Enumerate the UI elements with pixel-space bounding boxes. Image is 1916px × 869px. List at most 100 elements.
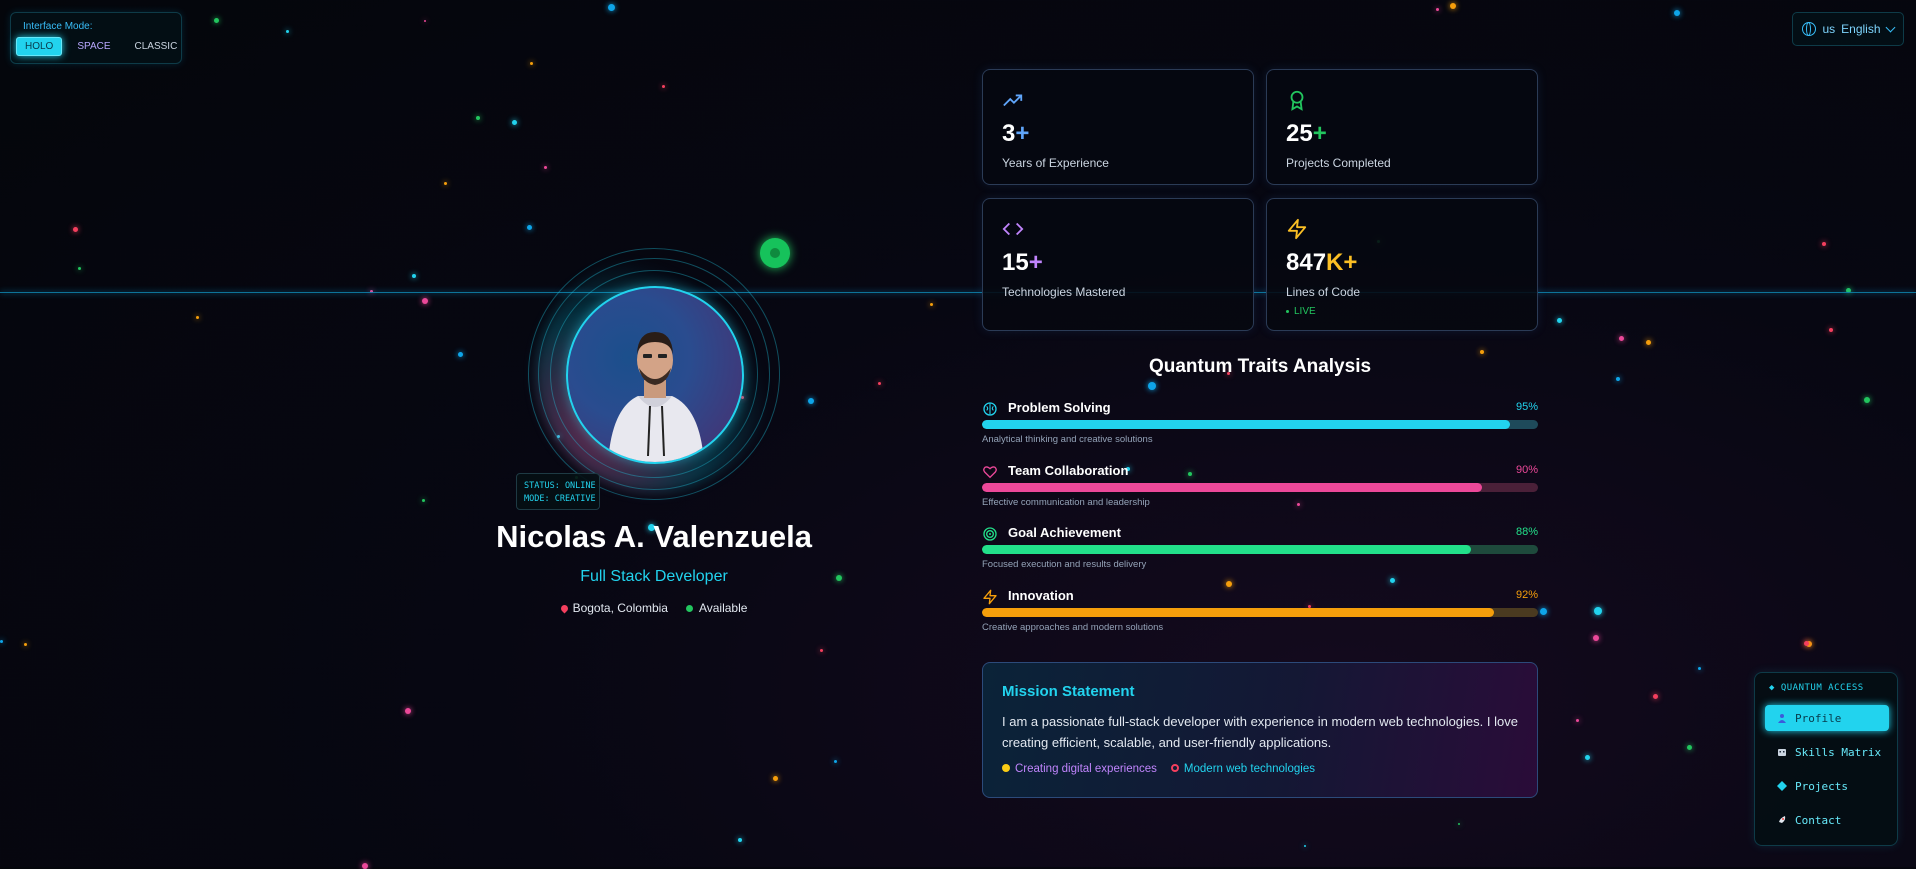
particle: [1804, 641, 1809, 646]
trait-bar: [982, 608, 1538, 617]
particle: [422, 298, 428, 304]
trait-name: Innovation: [1008, 588, 1074, 603]
particle: [1822, 242, 1826, 246]
quantum-access-title: ◆ QUANTUM ACCESS: [1769, 683, 1864, 693]
mission-tag: Modern web technologies: [1170, 763, 1315, 775]
particle: [530, 62, 533, 65]
trait-name: Team Collaboration: [1008, 463, 1129, 478]
chevron-down-icon: [1885, 22, 1895, 33]
stat-value: 3+: [1002, 120, 1030, 147]
nav-item-label: Profile: [1795, 711, 1842, 725]
brain-icon: [983, 402, 997, 416]
nav-item-profile[interactable]: Profile: [1765, 705, 1889, 731]
particle: [196, 316, 199, 319]
particle: [1616, 377, 1620, 381]
stat-card-lines-of-code: 847K+ Lines of Code LIVE: [1266, 198, 1538, 331]
profile-name: Nicolas A. Valenzuela: [496, 519, 812, 554]
target-icon: [1170, 764, 1179, 772]
trait-percent: 88%: [1515, 526, 1538, 538]
particle: [476, 116, 480, 120]
nav-item-projects[interactable]: Projects: [1765, 773, 1889, 799]
particle: [1653, 694, 1658, 699]
particle: [930, 303, 933, 306]
target-icon: [983, 527, 997, 541]
particle: [1576, 719, 1579, 722]
particle: [1594, 607, 1602, 615]
trait-name: Problem Solving: [1008, 400, 1111, 415]
award-icon: [1290, 90, 1304, 111]
trait-description: Effective communication and leadership: [982, 497, 1150, 508]
particle: [1480, 350, 1484, 354]
trait-description: Creative approaches and modern solutions: [982, 622, 1164, 633]
interface-mode-title: Interface Mode:: [23, 21, 93, 32]
particle: [820, 649, 823, 652]
scan-line: [0, 292, 1916, 293]
stat-card-experience: 3+ Years of Experience: [982, 69, 1254, 185]
particle: [422, 499, 425, 502]
language-selector[interactable]: us English: [1792, 12, 1904, 46]
particle: [405, 708, 411, 714]
particle: [834, 760, 837, 763]
particle: [1829, 328, 1833, 332]
trait-description: Analytical thinking and creative solutio…: [982, 434, 1153, 445]
particle: [73, 227, 78, 232]
trait-problem-solving: Problem Solving 95% Analytical thinking …: [982, 400, 1538, 456]
robot-icon: [1778, 749, 1786, 756]
particle: [1864, 397, 1870, 403]
trait-description: Focused execution and results delivery: [982, 559, 1147, 570]
particle: [512, 120, 517, 125]
mode-space-button[interactable]: SPACE: [68, 37, 119, 56]
trait-name: Goal Achievement: [1008, 525, 1121, 540]
particle: [1540, 608, 1547, 615]
mission-tags: Creating digital experiences Modern web …: [1002, 763, 1315, 775]
particle: [1687, 745, 1692, 750]
trait-percent: 90%: [1515, 464, 1538, 476]
trait-bar: [982, 545, 1538, 554]
nav-item-label: Projects: [1795, 779, 1848, 793]
stat-label: Lines of Code: [1286, 285, 1361, 299]
user-icon: [1778, 714, 1786, 723]
particle: [444, 182, 447, 185]
particle: [527, 225, 532, 230]
interface-mode-panel: Interface Mode: HOLO SPACE CLASSIC: [10, 12, 182, 64]
nav-item-contact[interactable]: Contact: [1765, 807, 1889, 833]
particle: [1304, 845, 1306, 847]
mode-classic-button[interactable]: CLASSIC: [126, 37, 187, 56]
nav-item-label: Contact: [1795, 813, 1842, 827]
stat-card-projects: 25+ Projects Completed: [1266, 69, 1538, 185]
trait-percent: 92%: [1515, 589, 1538, 601]
particle: [24, 643, 27, 646]
particle-background: [0, 0, 1916, 869]
particle: [738, 838, 742, 842]
location: Bogota, Colombia: [559, 601, 668, 615]
particle: [424, 20, 426, 22]
trait-bar-fill: [982, 545, 1472, 554]
trait-innovation: Innovation 92% Creative approaches and m…: [982, 588, 1538, 644]
particle: [1698, 667, 1701, 670]
particle: [1646, 340, 1651, 345]
trait-bar: [982, 420, 1538, 429]
availability-label: Available: [698, 601, 748, 615]
globe-icon: [1802, 22, 1817, 36]
mission-tag: Creating digital experiences: [1002, 763, 1157, 775]
traits-title: Quantum Traits Analysis: [1148, 356, 1372, 377]
live-indicator: LIVE: [1286, 306, 1316, 317]
particle: [1458, 823, 1460, 825]
mode-line: MODE: CREATIVE: [524, 494, 596, 504]
mission-statement-card: Mission Statement I am a passionate full…: [982, 662, 1538, 798]
nav-item-skills-matrix[interactable]: Skills Matrix: [1765, 739, 1889, 765]
particle: [773, 776, 778, 781]
online-orb: [760, 238, 790, 268]
particle: [544, 166, 547, 169]
trait-bar: [982, 483, 1538, 492]
live-dot-icon: [1286, 310, 1289, 313]
stat-card-technologies: 15+ Technologies Mastered: [982, 198, 1254, 331]
avatar: [566, 286, 744, 464]
mission-title: Mission Statement: [1002, 683, 1135, 700]
status-panel: STATUS: ONLINE MODE: CREATIVE: [516, 473, 600, 510]
stat-label: Technologies Mastered: [1002, 285, 1126, 299]
stat-label: Projects Completed: [1286, 156, 1391, 170]
zap-icon: [983, 589, 997, 605]
mode-holo-button[interactable]: HOLO: [16, 37, 63, 56]
availability: Available: [685, 601, 748, 615]
